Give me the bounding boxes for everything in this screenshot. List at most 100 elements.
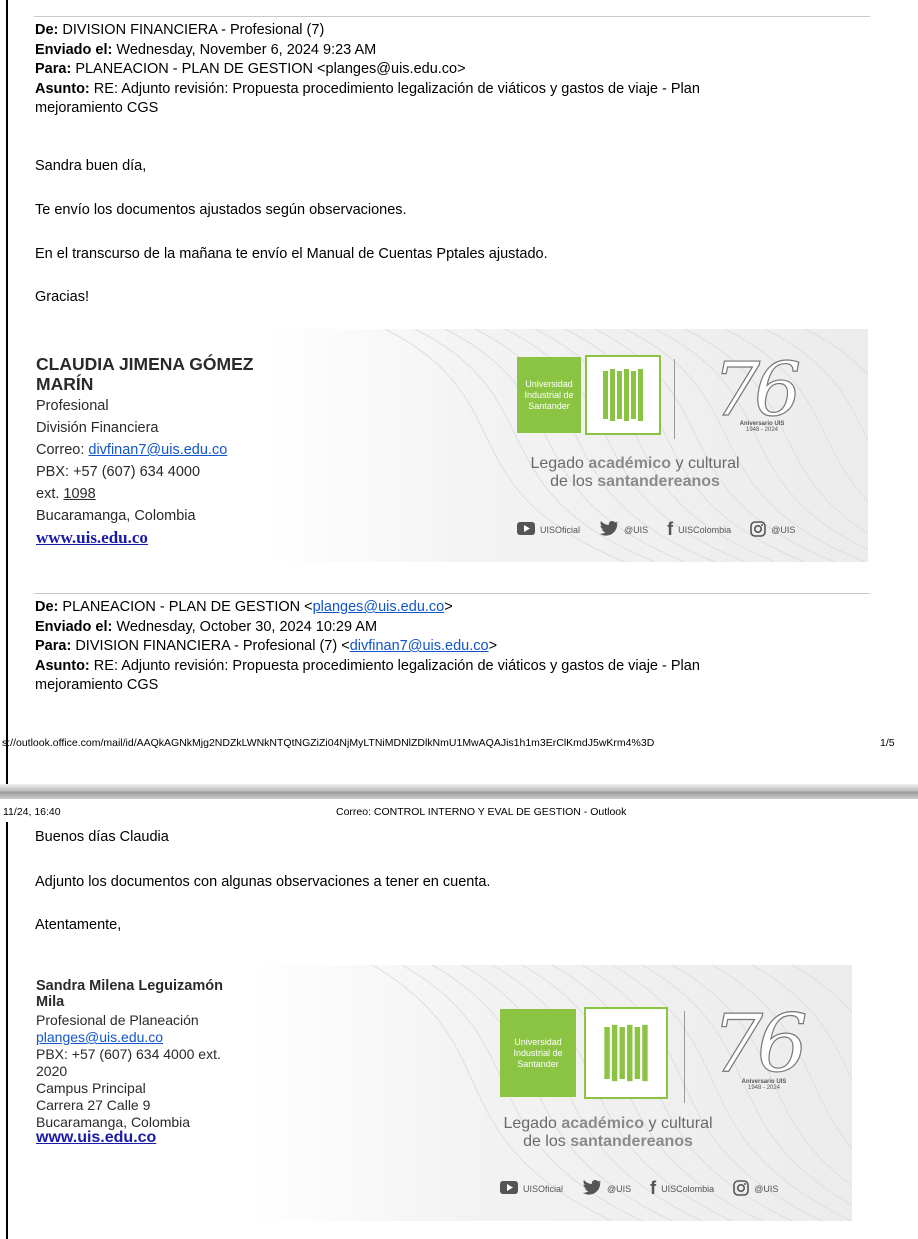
social-handle: UISOficial xyxy=(540,524,581,535)
email-link[interactable]: planges@uis.edu.co xyxy=(36,1029,163,1045)
pdf-page-1: De: DIVISION FINANCIERA - Profesional (7… xyxy=(0,0,918,784)
signature-pbx: PBX: +57 (607) 634 4000 xyxy=(36,464,201,480)
uis-glyph-icon xyxy=(604,1024,648,1082)
to-value: PLANEACION - PLAN DE GESTION <planges@ui… xyxy=(75,61,466,77)
signature-name-line: Sandra Milena Leguizamón xyxy=(36,978,223,994)
signature-name-line: Mila xyxy=(36,994,65,1010)
left-border-line xyxy=(6,822,8,1239)
uis-glyph-icon xyxy=(603,369,643,421)
subject-value: RE: Adjunto revisión: Propuesta procedim… xyxy=(93,80,700,97)
social-handle: @UIS xyxy=(624,524,649,535)
signature-banner: Universidad Industrial de Santander 76 Ani… xyxy=(265,329,868,562)
print-page-number: 1/5 xyxy=(880,737,895,749)
anniversary-76-logo: 76 xyxy=(711,996,808,1090)
social-handle: UISOficial xyxy=(523,1183,564,1194)
signature-name: CLAUDIA JIMENA GÓMEZ MARÍN xyxy=(36,354,253,394)
print-footer-url: s://outlook.office.com/mail/id/AAQkAGNkM… xyxy=(2,737,655,749)
left-border-line xyxy=(6,0,8,784)
subject-continuation: mejoramiento CGS xyxy=(35,677,159,693)
twitter-icon[interactable] xyxy=(582,1180,603,1197)
legado-slogan: Legado académico y cultural de los santa… xyxy=(530,455,740,490)
signature-pbx: PBX: +57 (607) 634 4000 ext. xyxy=(36,1046,221,1062)
website-link[interactable]: www.uis.edu.co xyxy=(36,1129,156,1147)
from-label: De: xyxy=(35,599,59,615)
anniversary-caption: Aniversario UIS 1948 - 2024 xyxy=(727,421,797,433)
uis-logo-icon xyxy=(584,1007,668,1099)
from-value: PLANEACION - PLAN DE GESTION < xyxy=(62,599,313,615)
body-paragraph: Adjunto los documentos con algunas obser… xyxy=(35,874,491,890)
body-closing: Gracias! xyxy=(35,289,89,305)
social-handle: UISColombia xyxy=(678,524,732,535)
sent-value: Wednesday, November 6, 2024 9:23 AM xyxy=(116,41,377,58)
signature-city: Bucaramanga, Colombia xyxy=(36,1114,191,1130)
from-value: DIVISION FINANCIERA - Profesional (7) xyxy=(62,22,325,38)
signature-banner: Universidad Industrial de Santander 76 Ani… xyxy=(252,965,852,1221)
email-separator xyxy=(34,16,870,17)
anniversary-years: 1948 - 2024 xyxy=(747,1085,781,1091)
signature-title: Profesional de Planeación xyxy=(36,1012,199,1028)
to-label: Para: xyxy=(35,61,72,77)
youtube-icon[interactable] xyxy=(517,522,535,537)
facebook-icon[interactable]: f xyxy=(667,519,673,540)
from-line: De: DIVISION FINANCIERA - Profesional (7… xyxy=(35,21,855,41)
uni-name-line: Santander xyxy=(517,1058,559,1069)
uni-name-line: Universidad xyxy=(525,378,573,389)
body-paragraph: Te envío los documentos ajustados según … xyxy=(35,202,407,218)
message1-header: De: DIVISION FINANCIERA - Profesional (7… xyxy=(35,21,855,119)
subject-continuation: mejoramiento CGS xyxy=(35,100,159,116)
to-line: Para: PLANEACION - PLAN DE GESTION <plan… xyxy=(35,60,855,80)
body-greeting: Buenos días Claudia xyxy=(35,829,169,845)
to-email-link[interactable]: divfinan7@uis.edu.co xyxy=(350,638,489,654)
subject-line: Asunto: RE: Adjunto revisión: Propuesta … xyxy=(35,657,855,677)
social-handle: @UIS xyxy=(607,1183,632,1194)
sent-label: Enviado el: xyxy=(35,618,113,635)
print-header-datetime: 11/24, 16:40 xyxy=(3,806,61,818)
signature-name: Sandra Milena Leguizamón Mila xyxy=(36,978,223,1010)
message2-header: De: PLANEACION - PLAN DE GESTION <plange… xyxy=(35,598,855,696)
social-handle: UISColombia xyxy=(661,1183,715,1194)
instagram-icon[interactable] xyxy=(733,1179,749,1198)
signature-ext-line: ext. 1098 xyxy=(36,486,96,502)
legado-slogan: Legado académico y cultural de los santa… xyxy=(503,1115,713,1150)
social-links: UISOficial @UIS f UISColombia @UIS xyxy=(500,1178,778,1199)
email-separator xyxy=(34,593,870,594)
signature-city: Bucaramanga, Colombia xyxy=(36,508,196,524)
twitter-icon[interactable] xyxy=(599,521,620,538)
from-email-link[interactable]: planges@uis.edu.co xyxy=(313,599,445,615)
logo-separator xyxy=(674,359,675,439)
website-link[interactable]: www.uis.edu.co xyxy=(36,528,148,548)
facebook-icon[interactable]: f xyxy=(650,1178,656,1199)
sent-line: Enviado el: Wednesday, November 6, 2024 … xyxy=(35,41,855,61)
instagram-icon[interactable] xyxy=(750,520,766,539)
signature-title: Profesional xyxy=(36,398,109,414)
anniversary-caption: Aniversario UIS 1948 - 2024 xyxy=(728,1079,800,1091)
ext-number: 1098 xyxy=(63,486,96,502)
social-links: UISOficial @UIS f UISColombia @UIS xyxy=(517,519,795,540)
to-line: Para: DIVISION FINANCIERA - Profesional … xyxy=(35,638,498,654)
subject-value: RE: Adjunto revisión: Propuesta procedim… xyxy=(93,657,700,674)
sent-line: Enviado el: Wednesday, October 30, 2024 … xyxy=(35,618,855,638)
anniversary-years: 1948 - 2024 xyxy=(745,427,779,433)
signature-address: Carrera 27 Calle 9 xyxy=(36,1097,151,1113)
signature-name-line: MARÍN xyxy=(36,374,94,394)
uni-name-line: Universidad xyxy=(514,1036,562,1047)
to-label: Para: xyxy=(35,638,72,654)
sent-label: Enviado el: xyxy=(35,41,113,58)
signature-ext: 2020 xyxy=(36,1063,68,1079)
subject-label: Asunto: xyxy=(35,80,90,97)
social-handle: @UIS xyxy=(754,1183,779,1194)
youtube-icon[interactable] xyxy=(500,1181,518,1196)
email-link[interactable]: divfinan7@uis.edu.co xyxy=(88,442,227,458)
uni-name-line: Industrial de xyxy=(513,1047,563,1058)
from-line: De: PLANEACION - PLAN DE GESTION <plange… xyxy=(35,599,453,615)
logo-separator xyxy=(684,1011,685,1103)
body-greeting: Sandra buen día, xyxy=(35,158,147,174)
signature-name-line: CLAUDIA JIMENA GÓMEZ xyxy=(36,354,254,374)
body-closing: Atentamente, xyxy=(35,917,122,933)
sent-value: Wednesday, October 30, 2024 10:29 AM xyxy=(116,618,378,635)
signature-campus: Campus Principal xyxy=(36,1080,146,1096)
to-value: DIVISION FINANCIERA - Profesional (7) < xyxy=(75,638,350,654)
uni-name-line: Santander xyxy=(528,400,570,411)
subject-label: Asunto: xyxy=(35,657,90,674)
signature-department: División Financiera xyxy=(36,420,159,436)
